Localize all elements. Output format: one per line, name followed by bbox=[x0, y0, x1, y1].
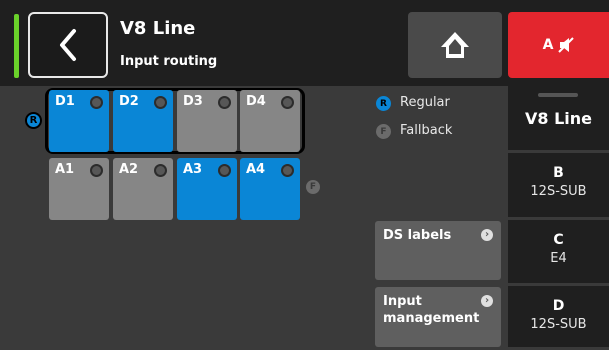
signal-indicator-icon bbox=[281, 164, 294, 177]
zone-name: 12S-SUB bbox=[530, 317, 587, 332]
page-title: V8 Line bbox=[120, 18, 196, 39]
zone-letter: B bbox=[553, 165, 564, 181]
input-slot-label: A3 bbox=[183, 162, 203, 177]
input-management-button-label: Input management bbox=[383, 294, 480, 326]
input-slot-label: D4 bbox=[246, 94, 266, 109]
signal-indicator-icon bbox=[154, 96, 167, 109]
input-slot-d1[interactable]: D1 bbox=[49, 90, 109, 152]
signal-indicator-icon bbox=[90, 96, 103, 109]
fallback-legend-icon: F bbox=[376, 124, 391, 139]
regular-badge: R bbox=[25, 112, 42, 129]
back-button[interactable] bbox=[28, 12, 108, 78]
chevron-right-icon: › bbox=[481, 229, 493, 241]
input-slot-label: A2 bbox=[119, 162, 139, 177]
input-slot-a2[interactable]: A2 bbox=[113, 158, 173, 220]
chevron-left-icon bbox=[60, 29, 76, 61]
input-slot-d3[interactable]: D3 bbox=[177, 90, 237, 152]
zone-name: 12S-SUB bbox=[530, 184, 587, 199]
fallback-badge: F bbox=[306, 180, 320, 194]
signal-indicator-icon bbox=[90, 164, 103, 177]
mute-button[interactable]: A bbox=[508, 12, 609, 78]
signal-indicator-icon bbox=[218, 96, 231, 109]
input-slot-d4[interactable]: D4 bbox=[240, 90, 300, 152]
page-subtitle: Input routing bbox=[120, 54, 218, 69]
input-slot-label: A4 bbox=[246, 162, 266, 177]
fallback-legend-label: Fallback bbox=[400, 123, 453, 138]
ds-labels-button[interactable]: DS labels › bbox=[375, 221, 501, 280]
speaker-mute-icon bbox=[558, 37, 575, 53]
zone-letter: D bbox=[552, 298, 565, 314]
input-slot-label: A1 bbox=[55, 162, 75, 177]
input-slot-label: D3 bbox=[183, 94, 203, 109]
regular-legend-label: Regular bbox=[400, 95, 450, 110]
input-slot-a1[interactable]: A1 bbox=[49, 158, 109, 220]
regular-legend-icon: R bbox=[376, 96, 391, 111]
chevron-right-icon: › bbox=[481, 295, 493, 307]
signal-indicator-icon bbox=[281, 96, 294, 109]
input-slot-a3[interactable]: A3 bbox=[177, 158, 237, 220]
zone-name: E4 bbox=[550, 251, 567, 266]
status-indicator-bar bbox=[14, 14, 19, 78]
signal-indicator-icon bbox=[154, 164, 167, 177]
input-slot-label: D2 bbox=[119, 94, 139, 109]
panel-handle[interactable] bbox=[538, 93, 578, 97]
zone-letter: C bbox=[553, 232, 564, 248]
ds-labels-button-label: DS labels bbox=[383, 228, 452, 243]
signal-indicator-icon bbox=[218, 164, 231, 177]
zone-d[interactable]: D 12S-SUB bbox=[508, 286, 609, 350]
zone-b[interactable]: B 12S-SUB bbox=[508, 153, 609, 217]
home-button[interactable] bbox=[408, 12, 502, 78]
input-management-button[interactable]: Input management › bbox=[375, 287, 501, 347]
zone-panel-title: V8 Line bbox=[524, 109, 592, 128]
home-icon bbox=[441, 32, 469, 58]
input-slot-label: D1 bbox=[55, 94, 75, 109]
input-slot-d2[interactable]: D2 bbox=[113, 90, 173, 152]
input-slot-a4[interactable]: A4 bbox=[240, 158, 300, 220]
zone-c[interactable]: C E4 bbox=[508, 220, 609, 284]
mute-button-label: A bbox=[542, 37, 554, 53]
